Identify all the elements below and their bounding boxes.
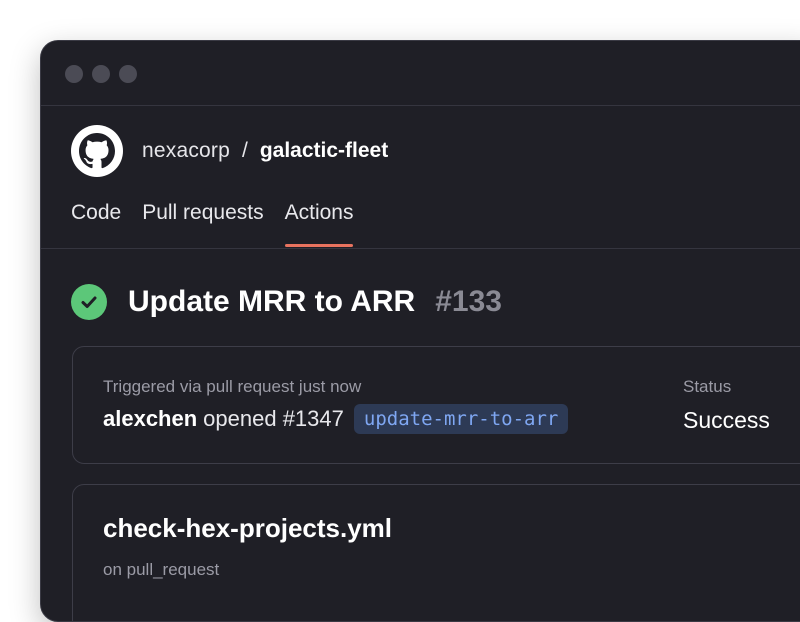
repo-path-separator: / (242, 139, 248, 162)
run-number: #133 (435, 285, 502, 318)
trigger-summary-card: Triggered via pull request just now alex… (72, 346, 800, 464)
trigger-label: Triggered via pull request just now (103, 377, 362, 396)
workflow-card[interactable]: check-hex-projects.yml on pull_request (72, 484, 800, 621)
title-bar (41, 41, 800, 106)
repo-owner-link[interactable]: nexacorp (142, 139, 230, 163)
app-window: nexacorp / galactic-fleet Code Pull requ… (40, 40, 800, 622)
run-title: Update MRR to ARR (128, 285, 416, 318)
repo-header: nexacorp / galactic-fleet (71, 125, 388, 177)
run-title-row: Update MRR to ARR #133 (71, 284, 502, 320)
repo-tabs: Code Pull requests Actions (71, 201, 374, 247)
github-logo-icon[interactable] (71, 125, 123, 177)
tabs-divider (41, 248, 800, 249)
checkmark-icon (81, 296, 97, 308)
status-value: Success (683, 407, 770, 433)
status-label: Status (683, 377, 732, 396)
window-control-dot[interactable] (65, 65, 83, 83)
trigger-details: alexchen opened #1347 update-mrr-to-arr (103, 404, 569, 434)
window-control-dot[interactable] (119, 65, 137, 83)
window-control-dot[interactable] (92, 65, 110, 83)
tab-pull-requests[interactable]: Pull requests (142, 201, 263, 247)
github-octocat-icon (79, 133, 115, 169)
check-circle-icon (71, 284, 107, 320)
branch-badge[interactable]: update-mrr-to-arr (353, 404, 569, 434)
workflow-event: on pull_request (103, 560, 220, 579)
tab-actions[interactable]: Actions (284, 201, 353, 247)
trigger-action-text[interactable]: opened #1347 (203, 406, 344, 432)
workflow-name[interactable]: check-hex-projects.yml (103, 513, 392, 544)
actor-link[interactable]: alexchen (103, 406, 197, 432)
repo-name-link[interactable]: galactic-fleet (260, 139, 388, 163)
tab-code[interactable]: Code (71, 201, 121, 247)
